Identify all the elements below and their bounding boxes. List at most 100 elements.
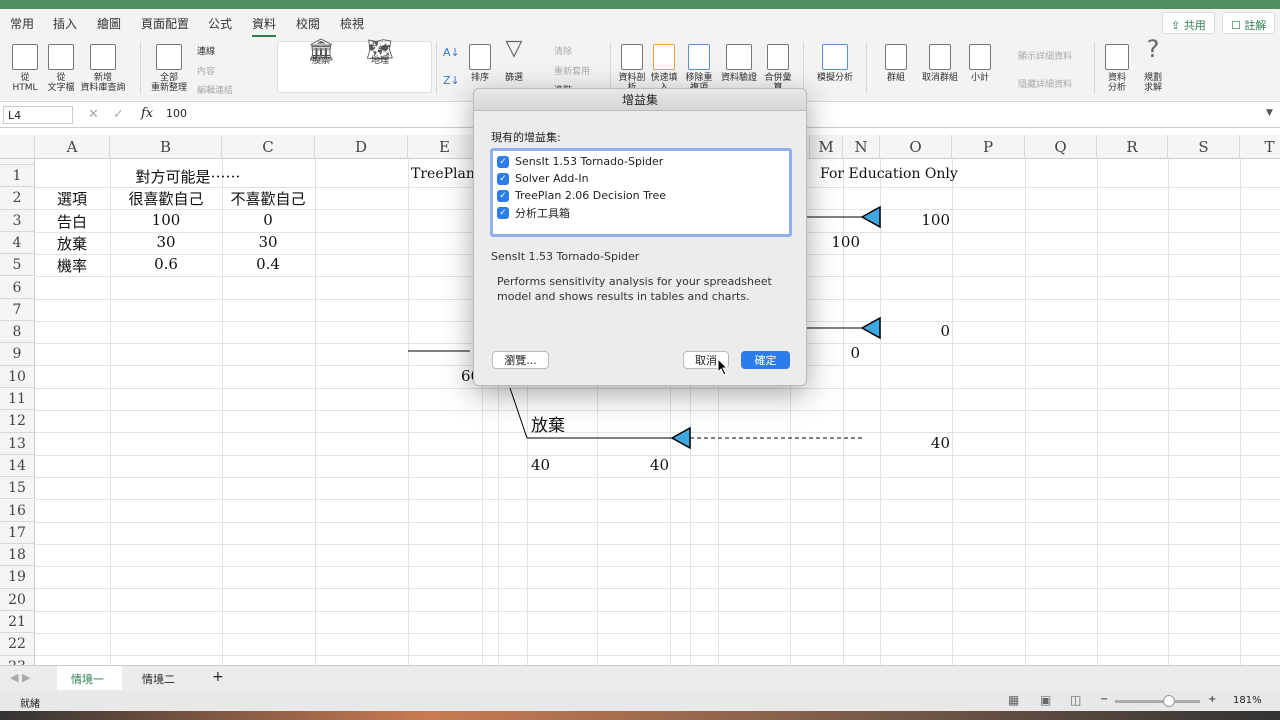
addin-item[interactable]: ✓ TreePlan 2.06 Decision Tree [497,187,785,204]
expand-formula-icon[interactable]: ▼ [1266,108,1273,118]
sort-icon [469,44,491,70]
from-text-button[interactable]: 從 文字檔 [44,44,78,93]
label: 從 HTML [12,73,38,93]
refresh-icon [156,44,182,70]
what-if-icon [822,44,848,70]
stocks-button[interactable]: 🏛 股票 [303,38,339,67]
label: 股票 [311,56,330,66]
zoom-slider[interactable] [1115,695,1200,707]
terminal-node-icon[interactable] [860,205,881,229]
subtotal-button[interactable]: 小計 [966,44,994,83]
fx-icon[interactable]: fx [141,106,153,121]
addin-name: 分析工具箱 [515,206,570,220]
zoom-in-icon[interactable]: + [1208,694,1216,705]
reapply-button[interactable]: 重新套用 [554,64,590,77]
divider [610,42,611,94]
bank-icon: 🏛 [307,38,335,63]
label: 資料驗證 [720,73,757,83]
name-box[interactable]: L4 [3,106,73,124]
divider [436,42,437,94]
show-detail-button[interactable]: 顯示詳細資料 [1018,49,1072,62]
zoom-slider-thumb[interactable] [1163,695,1175,707]
checkbox-checked-icon[interactable]: ✓ [497,189,509,202]
dialog-title: 增益集 [474,89,806,111]
addins-list[interactable]: ✓ SensIt 1.53 Tornado-Spider ✓ Solver Add-I… [490,148,792,237]
add-sheet-button[interactable]: + [198,666,238,690]
group-button[interactable]: 群組 [878,44,914,83]
tab-view[interactable]: 檢視 [340,15,364,32]
data-analysis-button[interactable]: 資料 分析 [1102,44,1132,93]
tab-review[interactable]: 校閱 [296,15,320,32]
sheet-tabs-bar: ◀ ▶ 情境一 情境二 + [0,665,1280,691]
tab-data[interactable]: 資料 [252,15,277,37]
cancel-icon[interactable]: ✕ [88,107,99,122]
normal-view-icon[interactable]: ▦ [1008,693,1019,707]
tab-formulas[interactable]: 公式 [208,15,232,32]
ungroup-button[interactable]: 取消群組 [918,44,962,83]
checkbox-checked-icon[interactable]: ✓ [497,155,509,168]
addin-item[interactable]: ✓ 分析工具箱 [497,204,785,221]
tab-page-layout[interactable]: 頁面配置 [141,15,189,32]
refresh-all-button[interactable]: 全部 重新整理 [146,44,192,93]
clear-button[interactable]: 清除 [554,44,572,57]
remove-duplicates-button[interactable]: 移除重複項 [684,44,714,93]
label: 排序 [470,73,489,83]
map-icon: 🗺 [366,38,394,63]
browse-button[interactable]: 瀏覽... [492,351,549,369]
properties-button[interactable]: 內容 [197,64,215,77]
tree-branch [509,387,528,439]
status-bar: 就緒 ▦ ▣ ◫ − + 181% [0,691,1280,711]
window-titlebar [0,0,1280,9]
terminal-node-icon[interactable] [860,316,881,340]
page-layout-icon[interactable]: ▣ [1040,693,1051,707]
mouse-cursor-icon [717,358,729,376]
checkbox-checked-icon[interactable]: ✓ [497,172,509,185]
divider [140,42,141,94]
data-validation-button[interactable]: 資料驗證 [718,44,760,83]
filter-button[interactable]: ▽ 篩選 [500,38,528,84]
hide-detail-button[interactable]: 隱藏詳細資料 [1018,77,1072,90]
zoom-out-icon[interactable]: − [1100,694,1108,705]
sheet-tab-1[interactable]: 情境一 [57,666,122,690]
page-break-icon[interactable]: ◫ [1070,693,1081,707]
addins-list-label: 現有的增益集: [491,131,561,144]
from-html-button[interactable]: 從 HTML [8,44,42,93]
comments-button[interactable]: ☐ 註解 [1222,12,1276,34]
text-to-columns-button[interactable]: 資料剖析 [618,44,646,93]
sheet-tab-2[interactable]: 情境二 [128,666,189,690]
geography-button[interactable]: 🗺 地理 [362,38,398,67]
label: 取消群組 [921,73,958,83]
comments-label: 註解 [1244,19,1267,32]
ribbon-tabs: 常用 插入 繪圖 頁面配置 公式 資料 校閱 檢視 [0,9,1280,37]
label: 模擬分析 [816,73,853,83]
sort-button[interactable]: 排序 [466,44,494,83]
flash-fill-button[interactable]: 快速填入 [650,44,678,93]
new-query-button[interactable]: 新增 資料庫查詢 [78,44,128,93]
question-arrow-icon: ? [1146,35,1160,63]
consolidate-button[interactable]: 合併彙算 [764,44,792,93]
tab-draw[interactable]: 繪圖 [97,15,121,32]
terminal-node-icon[interactable] [670,426,691,450]
tab-insert[interactable]: 插入 [53,15,77,32]
checkbox-checked-icon[interactable]: ✓ [497,206,509,219]
ok-button[interactable]: 確定 [741,351,790,369]
solver-button[interactable]: ? 規劃 求解 [1138,35,1168,93]
tab-home[interactable]: 常用 [10,15,34,32]
label: 全部 重新整理 [150,73,187,93]
confirm-icon[interactable]: ✓ [113,107,124,122]
share-button[interactable]: ⇪ 共用 [1162,12,1215,34]
subtotal-icon [969,44,991,70]
edit-links-button[interactable]: 編輯連結 [197,83,233,96]
sort-asc-icon[interactable]: A↓ [443,46,460,59]
data-analysis-icon [1105,44,1129,70]
connections-button[interactable]: 連線 [197,44,215,57]
formula-input[interactable]: 100 [166,107,187,120]
what-if-button[interactable]: 模擬分析 [810,44,860,83]
label: 從 文字檔 [47,73,75,93]
text-file-icon [48,44,74,70]
scroll-sheets-icon[interactable]: ◀ ▶ [10,671,30,684]
addin-item[interactable]: ✓ SensIt 1.53 Tornado-Spider [497,153,785,170]
data-types-gallery: 🏛 股票 🗺 地理 [277,38,432,93]
addin-item[interactable]: ✓ Solver Add-In [497,170,785,187]
sort-desc-icon[interactable]: Z↓ [443,74,460,87]
